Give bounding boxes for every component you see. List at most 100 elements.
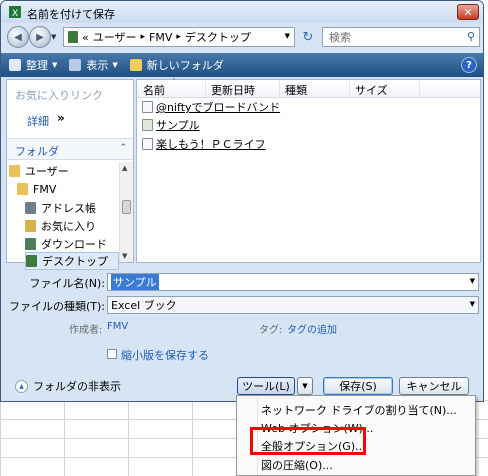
refresh-button[interactable]: ↻ [298, 28, 318, 46]
column-divider[interactable] [205, 80, 206, 97]
save-thumbnail-checkbox[interactable] [107, 349, 117, 359]
filetype-value: Excel ブック [111, 299, 177, 312]
address-row: ◀ ▶ ▼ « ユーザー ▸ FMV ▸ デスクトップ ▼ ↻ 検索 ⚲ [1, 23, 483, 51]
tree-item-fmv[interactable]: FMV [17, 180, 56, 198]
tags-label: タグ: [259, 325, 283, 336]
folders-label: フォルダ [15, 145, 59, 158]
filename-label: ファイル名(N): [29, 277, 105, 290]
navigation-pane: お気に入りリンク 詳細 » フォルダ ⌃ ユーザー FMV アドレス帳 お気に入… [6, 79, 134, 270]
tools-dropdown-button[interactable]: ▼ [297, 377, 313, 395]
folder-icon [17, 183, 28, 195]
folders-header[interactable]: フォルダ ⌃ [7, 138, 133, 160]
tree-item-label: ダウンロード [41, 238, 107, 251]
filename-value[interactable]: サンプル [111, 274, 159, 290]
column-header: 名前 ⌃ 更新日時 種類 サイズ [137, 77, 480, 98]
tree-item-address-book[interactable]: アドレス帳 [25, 199, 96, 217]
column-divider[interactable] [349, 80, 350, 97]
column-type[interactable]: 種類 [285, 82, 307, 98]
chevron-down-icon: ▼ [302, 382, 308, 390]
chevron-down-icon[interactable]: ▼ [470, 277, 475, 285]
organize-button[interactable]: 整理 ▼ [9, 57, 57, 73]
collapse-chevron-icon: ⌃ [119, 143, 127, 153]
title-bar: X 名前を付けて保存 ✕ [1, 1, 483, 23]
toolbar: 整理 ▼ 表示 ▼ 新しいフォルダ ? [1, 53, 483, 77]
folder-tree: ユーザー FMV アドレス帳 お気に入り ダウンロード デスクトップ [7, 162, 119, 270]
history-dropdown-icon[interactable]: ▼ [51, 33, 56, 41]
search-input[interactable]: 検索 ⚲ [322, 27, 480, 47]
chevron-down-icon: ▼ [112, 61, 118, 69]
tree-item-label: アドレス帳 [41, 202, 96, 215]
filetype-select[interactable]: Excel ブック ▼ [107, 296, 479, 314]
address-prefix[interactable]: « [82, 31, 89, 44]
back-arrow-icon: ◀ [14, 31, 22, 43]
address-separator-icon[interactable]: ▸ [176, 32, 181, 42]
new-folder-button[interactable]: 新しいフォルダ [129, 57, 224, 73]
help-icon[interactable]: ? [461, 57, 477, 73]
shortcut-icon [142, 101, 153, 113]
back-button[interactable]: ◀ [7, 26, 29, 48]
menu-item-map-network-drive[interactable]: ネットワーク ドライブの割り当て(N)... [261, 402, 457, 418]
filename-input[interactable]: サンプル ▼ [107, 273, 479, 291]
column-modified[interactable]: 更新日時 [211, 82, 255, 98]
menu-item-compress-pictures[interactable]: 図の圧縮(O)... [261, 457, 333, 473]
close-icon: ✕ [463, 5, 473, 19]
highlight-box [250, 427, 366, 455]
tags-value[interactable]: タグの追加 [287, 321, 337, 336]
views-label: 表示 [86, 59, 109, 72]
address-segment-desktop[interactable]: デスクトップ [185, 29, 251, 45]
tree-item-desktop[interactable]: デスクトップ [25, 252, 119, 270]
chevron-down-icon: ▼ [52, 61, 58, 69]
file-row[interactable]: @niftyでブロードバンド [142, 98, 280, 116]
tools-button[interactable]: ツール(L) [237, 377, 295, 395]
author-value[interactable]: FMV [107, 321, 128, 332]
column-size[interactable]: サイズ [355, 82, 388, 98]
cancel-button[interactable]: キャンセル [399, 377, 469, 395]
forward-button[interactable]: ▶ [29, 26, 51, 48]
address-separator-icon[interactable]: ▸ [141, 32, 146, 42]
svg-text:X: X [12, 9, 18, 18]
details-link[interactable]: 詳細 [27, 113, 49, 129]
tree-item-label: デスクトップ [42, 255, 108, 268]
refresh-icon: ↻ [302, 29, 314, 45]
column-name[interactable]: 名前 [143, 82, 165, 98]
tree-item-users[interactable]: ユーザー [9, 162, 69, 180]
column-divider[interactable] [279, 80, 280, 97]
address-dropdown-icon[interactable]: ▼ [285, 32, 290, 40]
organize-label: 整理 [26, 59, 48, 72]
file-row[interactable]: サンプル [142, 116, 200, 134]
double-chevron-icon[interactable]: » [57, 111, 65, 125]
folder-icon [68, 31, 78, 43]
scroll-up-icon[interactable]: ▲ [122, 164, 127, 172]
tree-item-downloads[interactable]: ダウンロード [25, 235, 107, 253]
scroll-thumb[interactable] [122, 200, 131, 214]
address-segment-users[interactable]: ユーザー [93, 29, 137, 45]
excel-file-icon [142, 119, 153, 131]
chevron-down-icon[interactable]: ▼ [470, 300, 475, 308]
views-icon [69, 59, 82, 71]
tree-item-label: FMV [33, 182, 57, 196]
search-placeholder: 検索 [329, 31, 351, 44]
tree-item-label: お気に入り [41, 220, 96, 233]
tree-scrollbar[interactable]: ▲ ▼ [119, 162, 133, 262]
save-as-dialog: X 名前を付けて保存 ✕ ◀ ▶ ▼ « ユーザー ▸ FMV ▸ デスクトップ… [0, 0, 484, 402]
new-folder-label: 新しいフォルダ [146, 59, 224, 72]
views-button[interactable]: 表示 ▼ [69, 57, 118, 73]
search-icon[interactable]: ⚲ [467, 30, 475, 43]
column-divider[interactable] [419, 80, 420, 97]
favorites-folder-icon [25, 220, 36, 232]
new-folder-icon [129, 59, 142, 71]
address-bar[interactable]: « ユーザー ▸ FMV ▸ デスクトップ ▼ [63, 27, 295, 47]
save-thumbnail-label[interactable]: 縮小版を保存する [121, 347, 209, 363]
hide-folders-toggle[interactable]: ▲ フォルダの非表示 [15, 378, 121, 394]
scroll-down-icon[interactable]: ▼ [122, 252, 127, 260]
file-row[interactable]: 楽しもう！ＰＣライフ [142, 135, 266, 153]
forward-arrow-icon: ▶ [36, 31, 44, 43]
shortcut-icon [142, 138, 153, 150]
tree-item-favorites[interactable]: お気に入り [25, 217, 96, 235]
close-button[interactable]: ✕ [457, 4, 479, 20]
hide-folders-label: フォルダの非表示 [33, 380, 121, 393]
save-button[interactable]: 保存(S) [323, 377, 393, 395]
address-segment-fmv[interactable]: FMV [149, 31, 172, 44]
desktop-folder-icon [26, 255, 37, 267]
excel-app-icon: X [9, 6, 21, 18]
